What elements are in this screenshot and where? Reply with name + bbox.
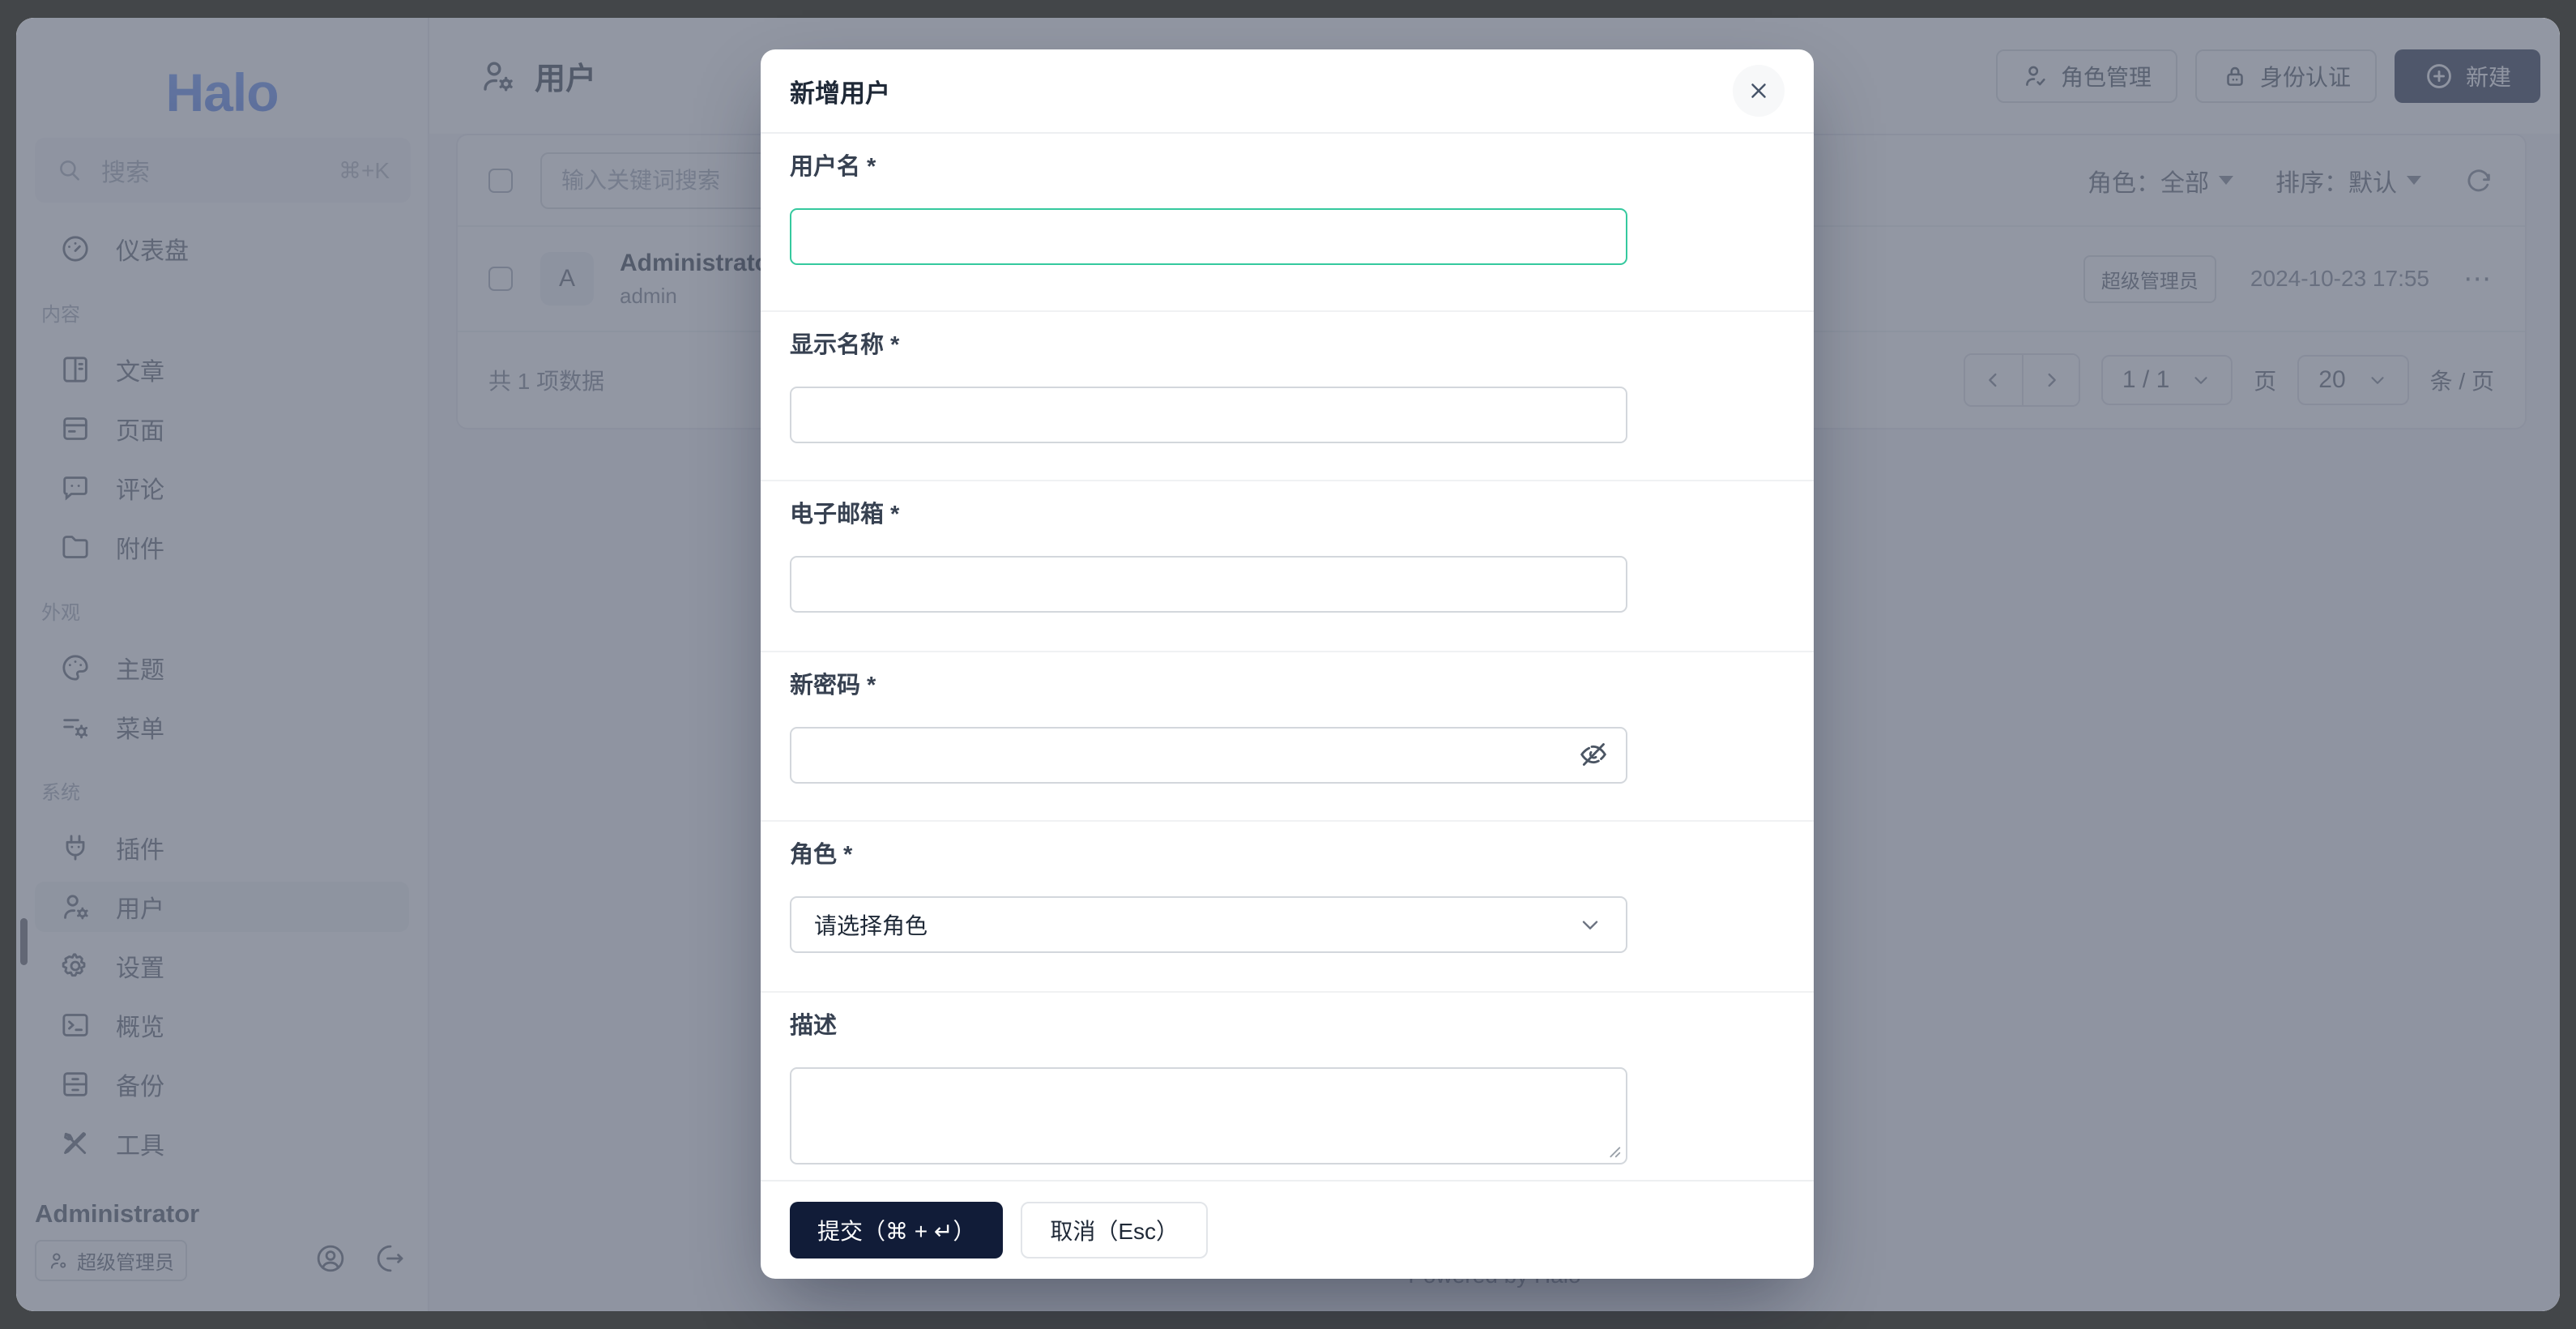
chevron-down-icon <box>1577 912 1603 938</box>
field-label: 新密码 * <box>790 672 1785 699</box>
field-username: 用户名 * <box>761 134 1814 312</box>
new-user-modal: 新增用户 用户名 * 显示名称 * 电子邮箱 * 新密码 * 角色 * 请选择角… <box>761 49 1814 1279</box>
field-role: 角色 * 请选择角色 <box>761 822 1814 993</box>
field-label: 用户名 * <box>790 153 1785 181</box>
field-description: 描述 <box>761 993 1814 1180</box>
display-name-input[interactable] <box>790 387 1627 443</box>
modal-footer: 提交（⌘ + ↵） 取消（Esc） <box>761 1180 1814 1279</box>
field-password: 新密码 * <box>761 652 1814 822</box>
field-label: 显示名称 * <box>790 331 1785 359</box>
description-textarea[interactable] <box>790 1067 1627 1164</box>
cancel-button[interactable]: 取消（Esc） <box>1021 1202 1208 1258</box>
resize-grip-icon[interactable] <box>1605 1142 1623 1160</box>
field-label: 角色 * <box>790 841 1785 869</box>
field-label: 描述 <box>790 1012 1785 1040</box>
role-select[interactable]: 请选择角色 <box>790 896 1627 953</box>
email-input[interactable] <box>790 556 1627 613</box>
modal-title: 新增用户 <box>790 73 890 109</box>
submit-button[interactable]: 提交（⌘ + ↵） <box>790 1202 1003 1258</box>
modal-header: 新增用户 <box>761 49 1814 134</box>
password-input[interactable] <box>790 727 1627 784</box>
field-label: 电子邮箱 * <box>790 501 1785 528</box>
field-email: 电子邮箱 * <box>761 481 1814 652</box>
role-select-placeholder: 请选择角色 <box>814 908 928 941</box>
username-input[interactable] <box>790 208 1627 265</box>
eye-off-icon[interactable] <box>1577 738 1610 771</box>
close-icon[interactable] <box>1733 65 1785 117</box>
field-display-name: 显示名称 * <box>761 312 1814 481</box>
